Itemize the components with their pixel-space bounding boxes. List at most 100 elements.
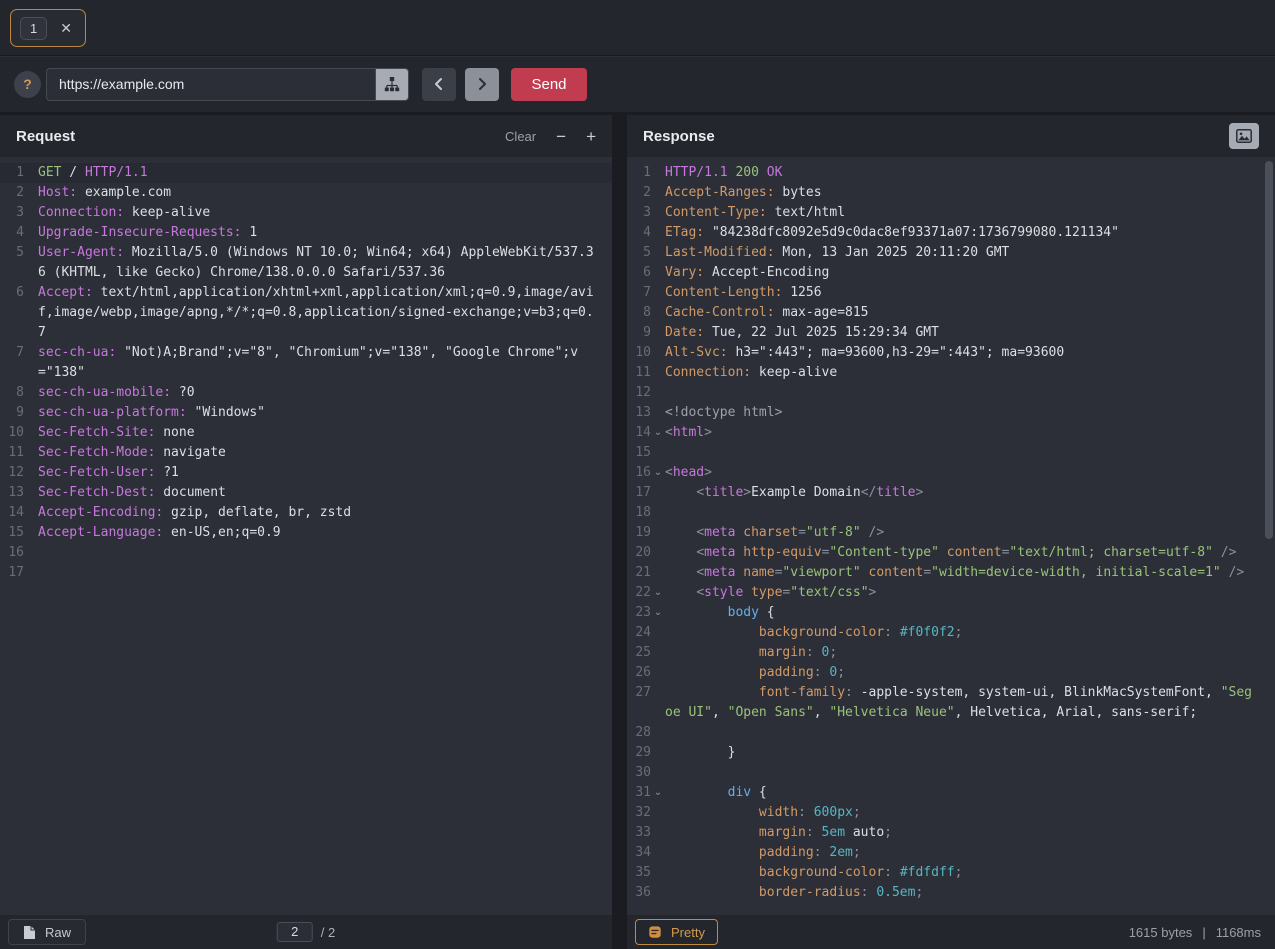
fold-icon[interactable]: ⌄: [651, 583, 665, 603]
line-content[interactable]: Sec-Fetch-Dest: document: [38, 483, 598, 503]
editor-line[interactable]: 35 background-color: #fdfdff;: [627, 863, 1275, 883]
line-content[interactable]: background-color: #fdfdff;: [665, 863, 1255, 883]
editor-line[interactable]: 17 <title>Example Domain</title>: [627, 483, 1275, 503]
line-content[interactable]: User-Agent: Mozilla/5.0 (Windows NT 10.0…: [38, 243, 598, 283]
line-content[interactable]: [665, 383, 1255, 403]
line-content[interactable]: <title>Example Domain</title>: [665, 483, 1255, 503]
editor-line[interactable]: 12Sec-Fetch-User: ?1: [0, 463, 612, 483]
panel-divider[interactable]: [612, 115, 627, 949]
editor-line[interactable]: 15Accept-Language: en-US,en;q=0.9: [0, 523, 612, 543]
line-content[interactable]: Host: example.com: [38, 183, 598, 203]
editor-line[interactable]: 14Accept-Encoding: gzip, deflate, br, zs…: [0, 503, 612, 523]
editor-line[interactable]: 4Upgrade-Insecure-Requests: 1: [0, 223, 612, 243]
chevron-left-icon[interactable]: [422, 68, 456, 101]
editor-line[interactable]: 24 background-color: #f0f0f2;: [627, 623, 1275, 643]
line-content[interactable]: <style type="text/css">: [665, 583, 1255, 603]
editor-line[interactable]: 33 margin: 5em auto;: [627, 823, 1275, 843]
image-icon[interactable]: [1229, 123, 1259, 149]
editor-line[interactable]: 17: [0, 563, 612, 583]
editor-line[interactable]: 25 margin: 0;: [627, 643, 1275, 663]
fold-icon[interactable]: ⌄: [651, 463, 665, 483]
editor-line[interactable]: 5Last-Modified: Mon, 13 Jan 2025 20:11:2…: [627, 243, 1275, 263]
line-content[interactable]: [665, 443, 1255, 463]
editor-line[interactable]: 30: [627, 763, 1275, 783]
scrollbar-thumb[interactable]: [1265, 161, 1273, 539]
url-input[interactable]: [46, 68, 375, 101]
line-content[interactable]: Date: Tue, 22 Jul 2025 15:29:34 GMT: [665, 323, 1255, 343]
line-content[interactable]: ETag: "84238dfc8092e5d9c0dac8ef93371a07:…: [665, 223, 1255, 243]
editor-line[interactable]: 1HTTP/1.1 200 OK: [627, 163, 1275, 183]
editor-line[interactable]: 11Sec-Fetch-Mode: navigate: [0, 443, 612, 463]
line-content[interactable]: }: [665, 743, 1255, 763]
clear-button[interactable]: Clear: [505, 129, 536, 144]
editor-line[interactable]: 29 }: [627, 743, 1275, 763]
send-button[interactable]: Send: [511, 68, 587, 101]
editor-line[interactable]: 34 padding: 2em;: [627, 843, 1275, 863]
editor-line[interactable]: 7sec-ch-ua: "Not)A;Brand";v="8", "Chromi…: [0, 343, 612, 383]
line-content[interactable]: sec-ch-ua-mobile: ?0: [38, 383, 598, 403]
editor-line[interactable]: 10Alt-Svc: h3=":443"; ma=93600,h3-29=":4…: [627, 343, 1275, 363]
editor-line[interactable]: 16⌄<head>: [627, 463, 1275, 483]
line-content[interactable]: <html>: [665, 423, 1255, 443]
close-icon[interactable]: ✕: [60, 21, 72, 35]
fold-icon[interactable]: ⌄: [651, 783, 665, 803]
editor-line[interactable]: 19 <meta charset="utf-8" />: [627, 523, 1275, 543]
editor-line[interactable]: 21 <meta name="viewport" content="width=…: [627, 563, 1275, 583]
editor-line[interactable]: 20 <meta http-equiv="Content-type" conte…: [627, 543, 1275, 563]
line-content[interactable]: [665, 503, 1255, 523]
line-content[interactable]: Last-Modified: Mon, 13 Jan 2025 20:11:20…: [665, 243, 1255, 263]
editor-line[interactable]: 10Sec-Fetch-Site: none: [0, 423, 612, 443]
editor-line[interactable]: 12: [627, 383, 1275, 403]
fold-icon[interactable]: ⌄: [651, 423, 665, 443]
editor-line[interactable]: 26 padding: 0;: [627, 663, 1275, 683]
chevron-right-icon[interactable]: [465, 68, 499, 101]
editor-line[interactable]: 18: [627, 503, 1275, 523]
line-content[interactable]: padding: 2em;: [665, 843, 1255, 863]
response-editor[interactable]: 1HTTP/1.1 200 OK2Accept-Ranges: bytes3Co…: [627, 157, 1275, 915]
tab-session-1[interactable]: 1 ✕: [10, 9, 86, 47]
line-content[interactable]: <head>: [665, 463, 1255, 483]
line-content[interactable]: Content-Type: text/html: [665, 203, 1255, 223]
editor-line[interactable]: 13Sec-Fetch-Dest: document: [0, 483, 612, 503]
line-content[interactable]: [665, 723, 1255, 743]
editor-line[interactable]: 2Host: example.com: [0, 183, 612, 203]
line-content[interactable]: Sec-Fetch-User: ?1: [38, 463, 598, 483]
pretty-button[interactable]: Pretty: [635, 919, 718, 945]
line-content[interactable]: Accept-Language: en-US,en;q=0.9: [38, 523, 598, 543]
editor-line[interactable]: 28: [627, 723, 1275, 743]
line-content[interactable]: <meta charset="utf-8" />: [665, 523, 1255, 543]
editor-line[interactable]: 31⌄ div {: [627, 783, 1275, 803]
line-content[interactable]: body {: [665, 603, 1255, 623]
line-content[interactable]: padding: 0;: [665, 663, 1255, 683]
editor-line[interactable]: 9sec-ch-ua-platform: "Windows": [0, 403, 612, 423]
line-content[interactable]: Alt-Svc: h3=":443"; ma=93600,h3-29=":443…: [665, 343, 1255, 363]
line-content[interactable]: background-color: #f0f0f2;: [665, 623, 1255, 643]
help-icon[interactable]: ?: [14, 71, 41, 98]
line-content[interactable]: Accept-Encoding: gzip, deflate, br, zstd: [38, 503, 598, 523]
editor-line[interactable]: 2Accept-Ranges: bytes: [627, 183, 1275, 203]
line-content[interactable]: Cache-Control: max-age=815: [665, 303, 1255, 323]
line-content[interactable]: [38, 563, 598, 583]
line-content[interactable]: div {: [665, 783, 1255, 803]
editor-line[interactable]: 36 border-radius: 0.5em;: [627, 883, 1275, 903]
line-content[interactable]: Connection: keep-alive: [665, 363, 1255, 383]
line-content[interactable]: font-family: -apple-system, system-ui, B…: [665, 683, 1255, 723]
editor-line[interactable]: 22⌄ <style type="text/css">: [627, 583, 1275, 603]
line-content[interactable]: border-radius: 0.5em;: [665, 883, 1255, 903]
line-content[interactable]: Sec-Fetch-Site: none: [38, 423, 598, 443]
line-content[interactable]: GET / HTTP/1.1: [38, 163, 598, 183]
editor-line[interactable]: 16: [0, 543, 612, 563]
raw-button[interactable]: Raw: [8, 919, 86, 945]
line-content[interactable]: Connection: keep-alive: [38, 203, 598, 223]
request-editor[interactable]: 1GET / HTTP/1.12Host: example.com3Connec…: [0, 157, 612, 915]
line-content[interactable]: <!doctype html>: [665, 403, 1255, 423]
line-content[interactable]: <meta name="viewport" content="width=dev…: [665, 563, 1255, 583]
line-content[interactable]: Sec-Fetch-Mode: navigate: [38, 443, 598, 463]
editor-line[interactable]: 8Cache-Control: max-age=815: [627, 303, 1275, 323]
line-content[interactable]: Vary: Accept-Encoding: [665, 263, 1255, 283]
sitemap-icon[interactable]: [375, 68, 409, 101]
editor-line[interactable]: 11Connection: keep-alive: [627, 363, 1275, 383]
plus-icon[interactable]: +: [586, 128, 596, 145]
editor-line[interactable]: 1GET / HTTP/1.1: [0, 163, 612, 183]
line-content[interactable]: sec-ch-ua: "Not)A;Brand";v="8", "Chromiu…: [38, 343, 598, 383]
